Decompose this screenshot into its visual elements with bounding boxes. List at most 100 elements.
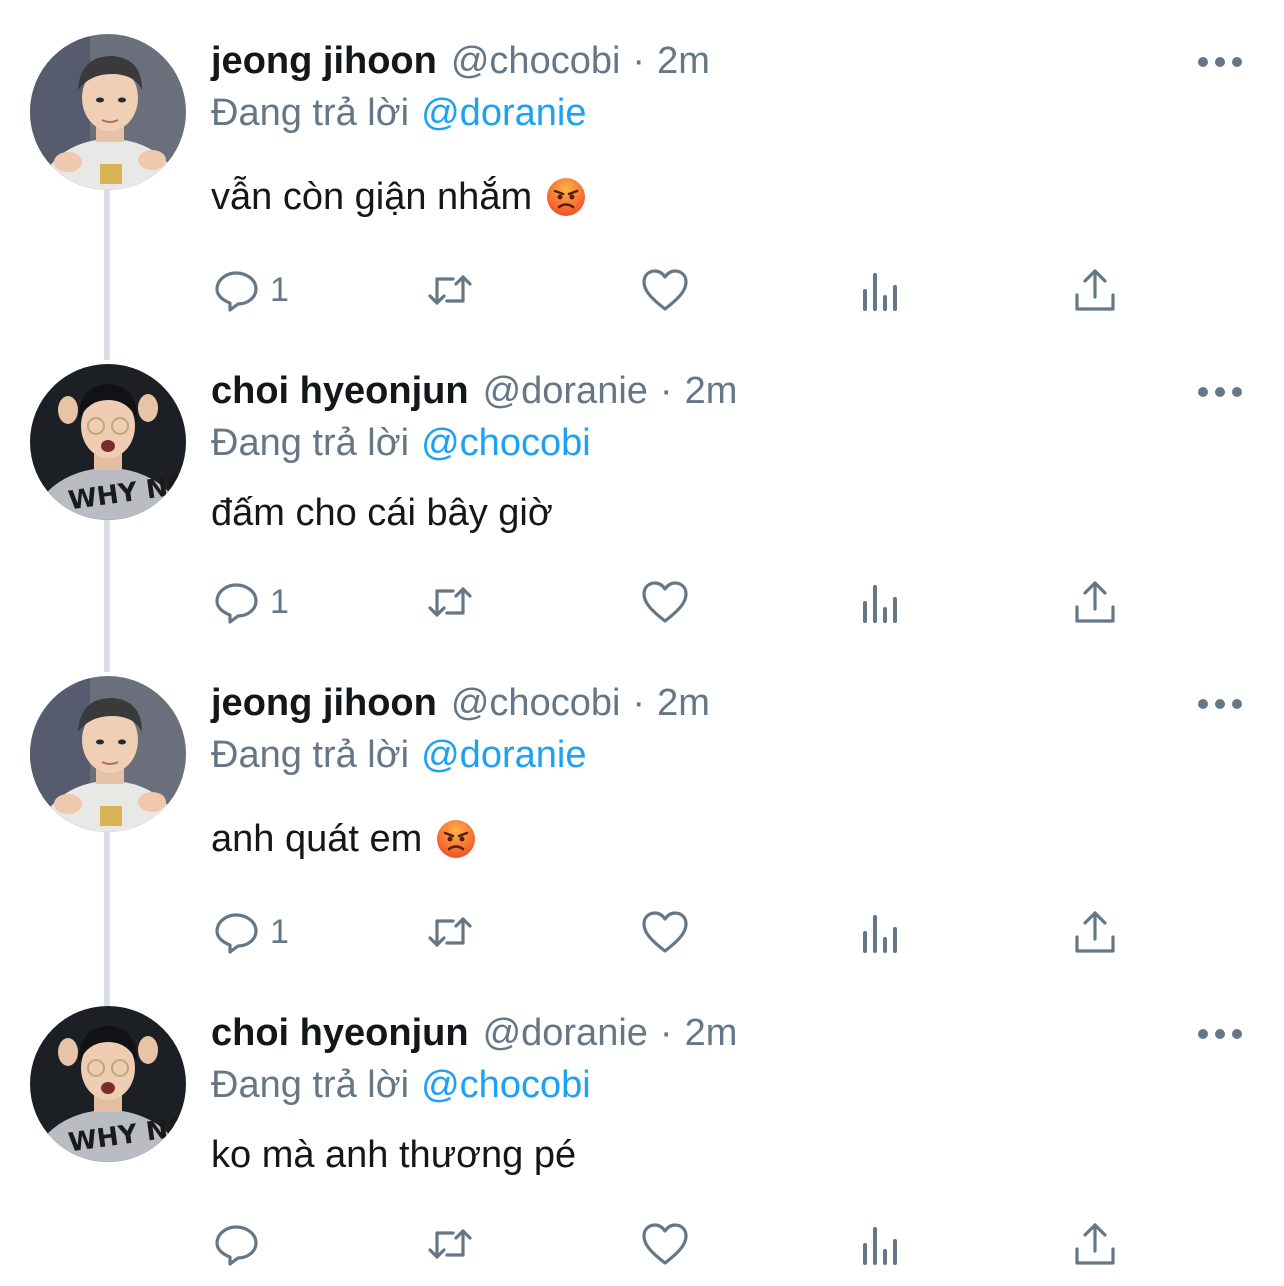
analytics-button[interactable] — [856, 574, 906, 630]
like-button[interactable] — [640, 574, 690, 630]
display-name[interactable]: jeong jihoon — [211, 36, 437, 86]
retweet-icon — [428, 587, 472, 617]
more-dot — [1198, 1029, 1208, 1039]
bar-chart-icon — [863, 273, 897, 311]
analytics-button[interactable] — [856, 1216, 906, 1272]
share-button[interactable] — [1070, 904, 1120, 960]
avatar[interactable] — [30, 676, 186, 832]
retweet-button[interactable] — [425, 904, 475, 960]
tweet[interactable]: WHY NOT?! choi hyeonjun @doranie · 2m Đa… — [0, 330, 1284, 672]
separator: · — [659, 370, 673, 412]
tweet-text-content: đấm cho cái bây giờ — [211, 492, 553, 534]
retweet-icon — [428, 1229, 472, 1259]
more-dot — [1215, 1029, 1225, 1039]
tweet-header: jeong jihoon @chocobi · 2m — [211, 36, 710, 86]
like-button[interactable] — [640, 262, 690, 318]
more-dot — [1232, 699, 1242, 709]
tweet-header: jeong jihoon @chocobi · 2m — [211, 678, 710, 728]
tweet-header: choi hyeonjun @doranie · 2m — [211, 1008, 737, 1058]
reply-button[interactable] — [212, 1216, 270, 1272]
display-name[interactable]: choi hyeonjun — [211, 1008, 469, 1058]
retweet-icon — [428, 275, 472, 305]
separator: · — [659, 1012, 673, 1054]
angry-face-emoji-icon — [547, 178, 586, 216]
timestamp[interactable]: 2m — [685, 366, 738, 416]
heart-icon — [642, 911, 688, 953]
more-dot — [1198, 699, 1208, 709]
more-dot — [1232, 387, 1242, 397]
analytics-button[interactable] — [856, 262, 906, 318]
tweet-text: đấm cho cái bây giờ — [211, 488, 553, 538]
tweet-text: vẫn còn giận nhắm — [211, 172, 586, 222]
retweet-button[interactable] — [425, 1216, 475, 1272]
heart-icon — [642, 269, 688, 311]
avatar[interactable]: WHY NOT?! — [30, 364, 186, 520]
share-icon — [1075, 581, 1115, 623]
share-button[interactable] — [1070, 574, 1120, 630]
avatar[interactable] — [30, 34, 186, 190]
more-options-button[interactable] — [1198, 1024, 1242, 1044]
retweet-button[interactable] — [425, 262, 475, 318]
like-button[interactable] — [640, 1216, 690, 1272]
bar-chart-icon — [863, 1227, 897, 1265]
reply-count: 1 — [270, 271, 289, 309]
avatar[interactable]: WHY NOT?! — [30, 1006, 186, 1162]
mention-link[interactable]: @doranie — [421, 92, 586, 134]
display-name[interactable]: jeong jihoon — [211, 678, 437, 728]
tweet-actions — [0, 1216, 1284, 1272]
bar-chart-icon — [863, 585, 897, 623]
tweet-text: anh quát em — [211, 814, 476, 864]
reply-button[interactable]: 1 — [212, 904, 289, 960]
tweet[interactable]: jeong jihoon @chocobi · 2m Đang trả lời @… — [0, 0, 1284, 360]
replying-to-label: Đang trả lời — [211, 422, 410, 464]
tweet-header: choi hyeonjun @doranie · 2m — [211, 366, 737, 416]
bar-chart-icon — [863, 915, 897, 953]
reply-count: 1 — [270, 583, 289, 621]
more-dot — [1215, 57, 1225, 67]
user-handle[interactable]: @doranie — [483, 1008, 648, 1058]
more-options-button[interactable] — [1198, 382, 1242, 402]
mention-link[interactable]: @chocobi — [421, 422, 591, 464]
analytics-button[interactable] — [856, 904, 906, 960]
replying-to-label: Đang trả lời — [211, 92, 410, 134]
avatar-photo-hyeonjun: WHY NOT?! — [30, 1006, 186, 1162]
more-dot — [1215, 699, 1225, 709]
reply-button[interactable]: 1 — [212, 262, 289, 318]
timestamp[interactable]: 2m — [657, 678, 710, 728]
timestamp[interactable]: 2m — [685, 1008, 738, 1058]
share-button[interactable] — [1070, 262, 1120, 318]
heart-icon — [642, 1223, 688, 1265]
tweet-actions: 1 — [0, 262, 1284, 318]
tweet-actions: 1 — [0, 574, 1284, 630]
more-options-button[interactable] — [1198, 694, 1242, 714]
mention-link[interactable]: @doranie — [421, 734, 586, 776]
separator: · — [632, 682, 646, 724]
user-handle[interactable]: @doranie — [483, 366, 648, 416]
replying-to: Đang trả lời @doranie — [211, 88, 586, 138]
tweet-text: ko mà anh thương pé — [211, 1130, 576, 1180]
like-button[interactable] — [640, 904, 690, 960]
angry-face-emoji-icon — [437, 820, 476, 858]
display-name[interactable]: choi hyeonjun — [211, 366, 469, 416]
avatar-photo-hyeonjun: WHY NOT?! — [30, 364, 186, 520]
more-dot — [1232, 1029, 1242, 1039]
user-handle[interactable]: @chocobi — [451, 678, 621, 728]
mention-link[interactable]: @chocobi — [421, 1064, 591, 1106]
tweet[interactable]: WHY NOT?! choi hyeonjun @doranie · 2m Đa… — [0, 972, 1284, 1286]
reply-count: 1 — [270, 913, 289, 951]
retweet-button[interactable] — [425, 574, 475, 630]
avatar-photo-jihoon — [30, 34, 186, 190]
tweet[interactable]: jeong jihoon @chocobi · 2m Đang trả lời @… — [0, 642, 1284, 1007]
timestamp[interactable]: 2m — [657, 36, 710, 86]
share-button[interactable] — [1070, 1216, 1120, 1272]
avatar-photo-jihoon — [30, 676, 186, 832]
more-dot — [1232, 57, 1242, 67]
reply-button[interactable]: 1 — [212, 574, 289, 630]
heart-icon — [642, 581, 688, 623]
user-handle[interactable]: @chocobi — [451, 36, 621, 86]
speech-bubble-icon — [215, 583, 258, 624]
separator: · — [632, 40, 646, 82]
tweet-text-content: ko mà anh thương pé — [211, 1134, 577, 1176]
more-options-button[interactable] — [1198, 52, 1242, 72]
speech-bubble-icon — [215, 271, 258, 312]
